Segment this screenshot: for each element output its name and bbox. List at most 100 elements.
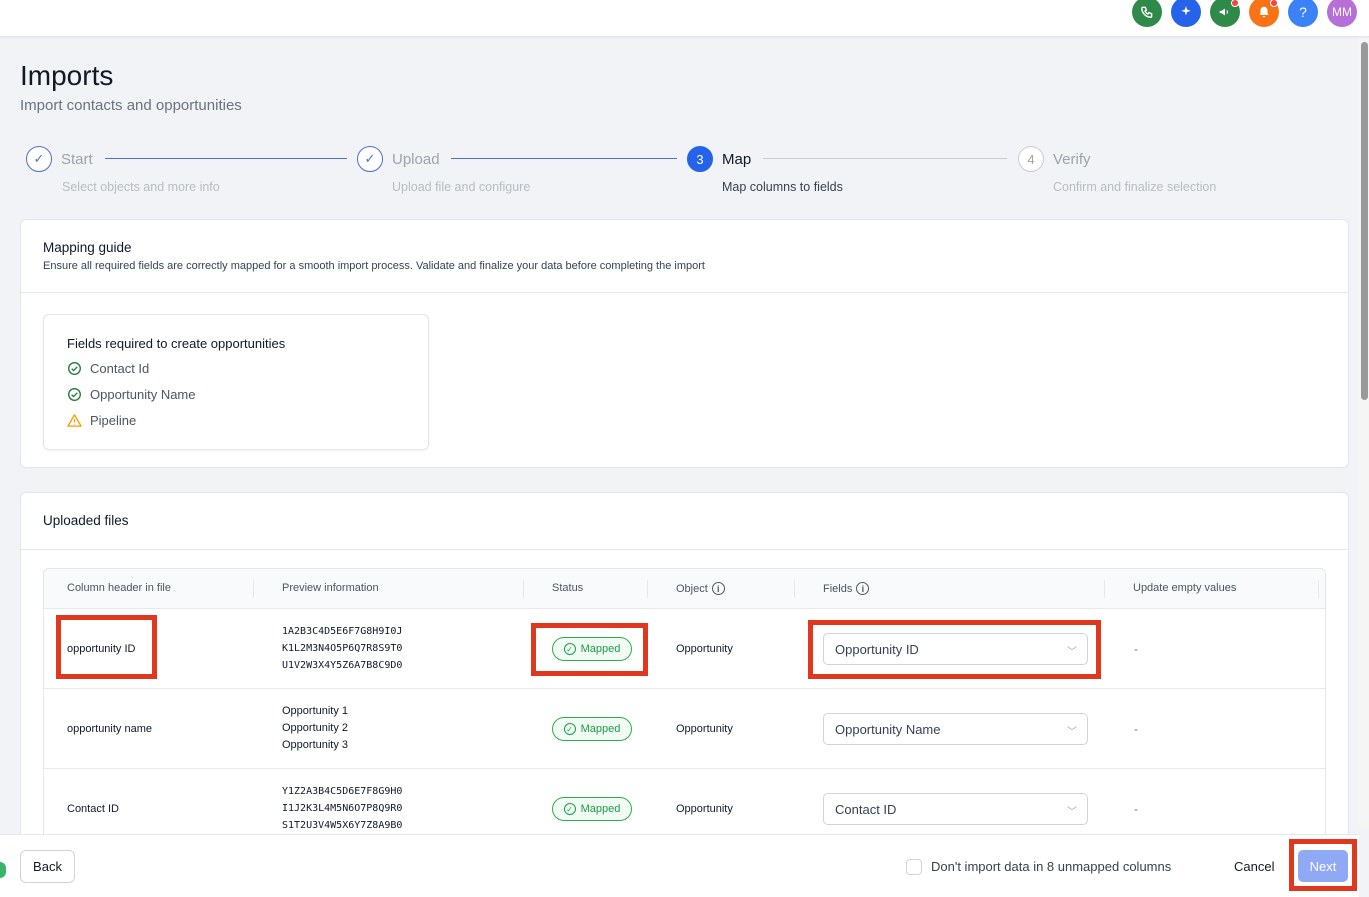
column-separator bbox=[1104, 580, 1105, 598]
scrollbar-thumb[interactable] bbox=[1361, 42, 1368, 400]
check-icon: ✓ bbox=[357, 146, 383, 172]
required-fields-box: Fields required to create opportunities … bbox=[43, 314, 429, 450]
chevron-down-icon: ﹀ bbox=[1067, 807, 1077, 818]
preview-line: Opportunity 2 bbox=[282, 722, 349, 734]
table-header: Column header in file Preview informatio… bbox=[44, 569, 1325, 609]
column-header-cell: opportunity ID bbox=[67, 643, 136, 655]
column-separator bbox=[794, 580, 795, 598]
field-select[interactable]: Opportunity ID ﹀ bbox=[823, 633, 1088, 665]
required-fields-title: Fields required to create opportunities bbox=[67, 336, 286, 351]
phone-icon[interactable] bbox=[1132, 0, 1162, 27]
column-separator bbox=[1318, 580, 1319, 598]
help-icon[interactable]: ? bbox=[1288, 0, 1318, 27]
object-cell: Opportunity bbox=[676, 723, 733, 735]
warning-icon bbox=[67, 414, 82, 427]
page-title: Imports bbox=[20, 60, 114, 91]
column-header-label: Object bbox=[676, 582, 708, 595]
mapping-guide-subtitle: Ensure all required fields are correctly… bbox=[43, 260, 705, 272]
back-button[interactable]: Back bbox=[20, 850, 75, 883]
update-empty-cell: - bbox=[1134, 722, 1138, 736]
column-header: Update empty values bbox=[1133, 582, 1236, 594]
object-cell: Opportunity bbox=[676, 803, 733, 815]
chevron-down-icon: ﹀ bbox=[1067, 647, 1077, 658]
notification-dot bbox=[1231, 0, 1239, 7]
table-row: opportunity name Opportunity 1 Opportuni… bbox=[44, 689, 1325, 769]
unmapped-columns-label: Don't import data in 8 unmapped columns bbox=[931, 859, 1172, 874]
step-connector bbox=[763, 158, 1007, 159]
step-connector bbox=[105, 158, 347, 159]
cancel-button[interactable]: Cancel bbox=[1234, 859, 1274, 874]
required-field-label: Pipeline bbox=[90, 413, 137, 428]
column-separator bbox=[647, 580, 648, 598]
check-icon: ✓ bbox=[563, 803, 576, 815]
column-separator bbox=[253, 580, 254, 598]
check-icon: ✓ bbox=[26, 146, 52, 172]
update-empty-cell: - bbox=[1134, 642, 1138, 656]
field-select-value: Opportunity ID bbox=[835, 641, 919, 657]
step-description: Select objects and more info bbox=[62, 180, 220, 194]
unmapped-columns-checkbox[interactable] bbox=[906, 859, 922, 875]
avatar[interactable]: MM bbox=[1327, 0, 1357, 27]
mapping-guide-title: Mapping guide bbox=[43, 240, 132, 255]
column-header: Status bbox=[552, 582, 583, 594]
megaphone-icon[interactable] bbox=[1210, 0, 1240, 27]
preview-line: K1L2M3N4O5P6Q7R8S9T0 bbox=[282, 643, 403, 654]
step-number: 4 bbox=[1018, 146, 1044, 172]
step-label: Map bbox=[722, 150, 752, 168]
bell-icon[interactable] bbox=[1249, 0, 1279, 27]
status-badge: ✓ Mapped bbox=[552, 637, 632, 661]
status-badge: ✓ Mapped bbox=[552, 717, 632, 741]
step-label: Verify bbox=[1053, 150, 1091, 168]
header-icons: ? MM bbox=[1132, 0, 1357, 27]
info-icon[interactable]: i bbox=[856, 582, 870, 595]
required-field-label: Contact Id bbox=[90, 361, 150, 376]
preview-cell: Y1Z2A3B4C5D6E7F8G9H0 I1J2K3L4M5N6O7P8Q9R… bbox=[282, 783, 402, 834]
footer-bar: Back Don't import data in 8 unmapped col… bbox=[0, 834, 1359, 897]
update-empty-cell: - bbox=[1134, 802, 1138, 816]
check-circle-icon bbox=[68, 362, 81, 375]
required-field-item: Opportunity Name bbox=[67, 387, 196, 402]
step-start[interactable]: ✓ Start bbox=[26, 146, 93, 172]
mapping-guide-card: Mapping guide Ensure all required fields… bbox=[20, 219, 1349, 468]
table-row: opportunity ID 1A2B3C4D5E6F7G8H9I0J K1L2… bbox=[44, 609, 1325, 689]
field-select-value: Opportunity Name bbox=[835, 721, 941, 737]
notification-dot bbox=[1270, 0, 1278, 7]
column-header: Object i bbox=[676, 582, 725, 595]
uploaded-files-card: Uploaded files Column header in file Pre… bbox=[20, 492, 1349, 852]
preview-cell: 1A2B3C4D5E6F7G8H9I0J K1L2M3N4O5P6Q7R8S9T… bbox=[282, 623, 402, 674]
uploaded-files-title: Uploaded files bbox=[43, 513, 129, 528]
column-separator bbox=[523, 580, 524, 598]
required-field-item: Pipeline bbox=[67, 413, 136, 428]
field-select[interactable]: Contact ID ﹀ bbox=[823, 793, 1088, 825]
step-map[interactable]: 3 Map bbox=[687, 146, 751, 172]
step-verify[interactable]: 4 Verify bbox=[1018, 146, 1091, 172]
check-circle-icon bbox=[68, 388, 81, 401]
step-description: Map columns to fields bbox=[722, 180, 843, 194]
preview-line: Opportunity 1 bbox=[282, 705, 349, 717]
column-header: Column header in file bbox=[67, 582, 171, 594]
preview-line: S1T2U3V4W5X6Y7Z8A9B0 bbox=[282, 820, 403, 831]
field-select[interactable]: Opportunity Name ﹀ bbox=[823, 713, 1088, 745]
object-cell: Opportunity bbox=[676, 643, 733, 655]
column-header-label: Status bbox=[552, 582, 584, 594]
step-label: Start bbox=[61, 150, 93, 168]
column-header-label: Fields bbox=[823, 582, 853, 595]
step-number: 3 bbox=[687, 146, 713, 172]
step-description: Upload file and configure bbox=[392, 180, 531, 194]
column-header-label: Column header in file bbox=[67, 582, 171, 594]
step-upload[interactable]: ✓ Upload bbox=[357, 146, 440, 172]
info-icon[interactable]: i bbox=[711, 582, 725, 595]
table-row: Contact ID Y1Z2A3B4C5D6E7F8G9H0 I1J2K3L4… bbox=[44, 769, 1325, 837]
sparkle-icon[interactable] bbox=[1171, 0, 1201, 27]
preview-line: Opportunity 3 bbox=[282, 739, 349, 751]
step-description: Confirm and finalize selection bbox=[1053, 180, 1217, 194]
check-icon: ✓ bbox=[563, 643, 576, 655]
avatar-initials: MM bbox=[1332, 5, 1352, 19]
mapping-table: Column header in file Preview informatio… bbox=[43, 568, 1326, 838]
preview-line: I1J2K3L4M5N6O7P8Q9R0 bbox=[282, 803, 403, 814]
next-button[interactable]: Next bbox=[1298, 850, 1348, 882]
page-subtitle: Import contacts and opportunities bbox=[20, 97, 242, 114]
divider bbox=[21, 549, 1348, 550]
field-select-value: Contact ID bbox=[835, 801, 897, 817]
column-header-cell: opportunity name bbox=[67, 723, 152, 735]
